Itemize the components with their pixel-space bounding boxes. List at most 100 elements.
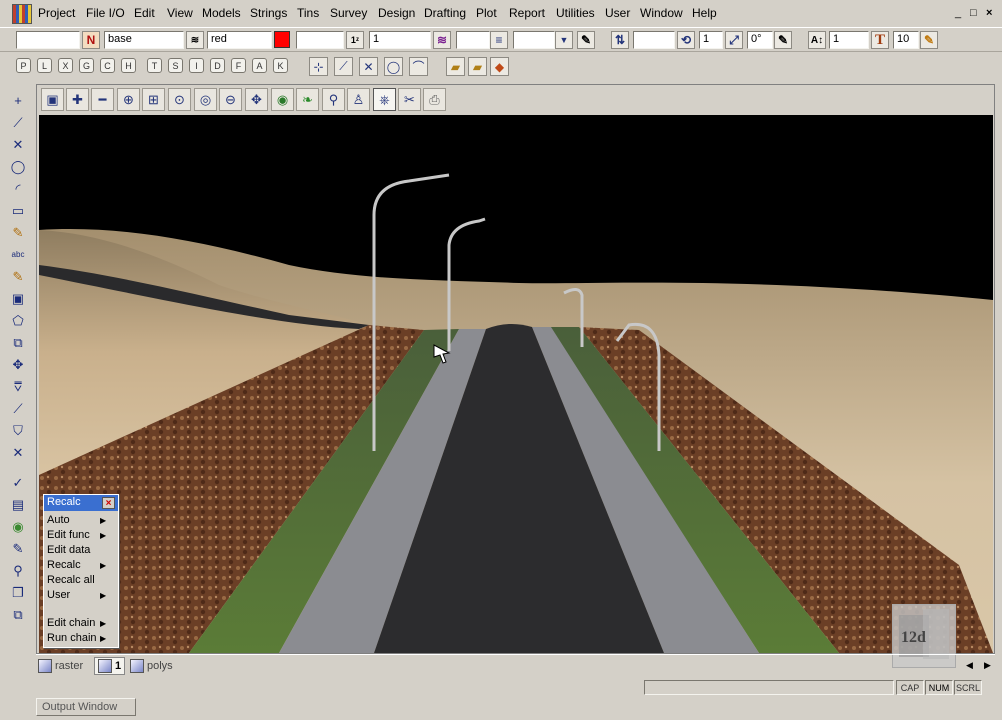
colour-swatch[interactable] [274, 31, 290, 48]
measure-tool-icon[interactable]: ⟋ [7, 398, 29, 419]
menu-window[interactable]: Window [640, 6, 683, 20]
text-font-icon[interactable]: T [871, 31, 889, 49]
minimize-button[interactable]: _ [955, 7, 961, 19]
folder-icon[interactable]: ▰ [446, 57, 465, 76]
angle-field[interactable]: 0° [747, 31, 773, 49]
menu-edit[interactable]: Edit [134, 6, 155, 20]
polygon-tool-icon[interactable]: ⛉ [7, 420, 29, 441]
z-value-icon[interactable]: 1ᶻ [346, 31, 364, 49]
steering-wheel-icon[interactable]: ⎈ [373, 88, 396, 111]
menu-design[interactable]: Design [378, 6, 415, 20]
chevron-down-icon[interactable]: ▼ [555, 31, 573, 49]
gps-tool-icon[interactable]: ◉ [7, 516, 29, 537]
snap-key-k[interactable]: K [273, 58, 288, 73]
panel-tool-icon[interactable]: ▤ [7, 494, 29, 515]
rotate-icon[interactable]: ⟲ [677, 31, 695, 49]
pick-icon[interactable]: ✂ [398, 88, 421, 111]
print-icon[interactable]: ⎙ [423, 88, 446, 111]
snap-point-icon[interactable]: ⊹ [309, 57, 328, 76]
recalc-item-run-chain[interactable]: Run chain [47, 632, 97, 644]
menu-project[interactable]: Project [38, 6, 75, 20]
font-size-field[interactable]: 10 [893, 31, 919, 49]
rectangle-tool-icon[interactable]: ▭ [7, 200, 29, 221]
snap-key-p[interactable]: P [16, 58, 31, 73]
tab-polys[interactable]: polys [130, 657, 173, 675]
snap-line-icon[interactable]: ⟋ [334, 57, 353, 76]
text-tool-icon[interactable]: abc [7, 244, 29, 265]
text-style-icon[interactable]: ⇅ [611, 31, 629, 49]
menu-report[interactable]: Report [509, 6, 545, 20]
tab-scroll-right-icon[interactable]: ▶ [984, 660, 991, 671]
eye-icon[interactable]: ◉ [271, 88, 294, 111]
menu-tins[interactable]: Tins [297, 6, 319, 20]
pan-icon[interactable]: ✥ [245, 88, 268, 111]
menu-utilities[interactable]: Utilities [556, 6, 595, 20]
name-field[interactable] [16, 31, 80, 49]
move-tool-icon[interactable]: ✥ [7, 354, 29, 375]
model-field[interactable]: base [104, 31, 184, 49]
shape-tool-icon[interactable]: ⬠ [7, 310, 29, 331]
joystick-icon[interactable]: ⚲ [322, 88, 345, 111]
zoom-out-icon[interactable]: ⊖ [219, 88, 242, 111]
delete-tool-icon[interactable]: ✕ [7, 442, 29, 463]
new-view-icon[interactable]: ▣ [41, 88, 64, 111]
menu-models[interactable]: Models [202, 6, 241, 20]
close-button[interactable]: × [986, 7, 992, 19]
zoom-fit-icon[interactable]: ◎ [194, 88, 217, 111]
point-tool-icon[interactable]: + [7, 90, 29, 111]
level-tool-icon[interactable]: ⩢ [7, 376, 29, 397]
angle-icon[interactable]: ⤢ [725, 31, 743, 49]
tab-scroll-left-icon[interactable]: ◀ [966, 660, 973, 671]
snap-key-s[interactable]: S [168, 58, 183, 73]
3d-road-scene[interactable] [39, 115, 993, 653]
recalc-item-recalc-all[interactable]: Recalc all [47, 574, 95, 586]
model-list-icon[interactable]: ≋ [186, 31, 204, 49]
text-size-field[interactable]: 1 [699, 31, 723, 49]
recalc-item-auto[interactable]: Auto [47, 514, 70, 526]
leaf-icon[interactable]: ❧ [296, 88, 319, 111]
colour-field[interactable]: red [207, 31, 272, 49]
recalc-item-user[interactable]: User [47, 589, 70, 601]
snap-arc-icon[interactable]: ⌒ [409, 57, 428, 76]
snap-key-a[interactable]: A [252, 58, 267, 73]
style-field[interactable] [296, 31, 344, 49]
recalc-close-button[interactable]: × [102, 497, 115, 509]
add-icon[interactable]: ✚ [66, 88, 89, 111]
snap-key-x[interactable]: X [58, 58, 73, 73]
pen-icon[interactable]: ✎ [577, 31, 595, 49]
check-tool-icon[interactable]: ✓ [7, 472, 29, 493]
select-tool-icon[interactable]: ▣ [7, 288, 29, 309]
walk-icon[interactable]: ♙ [347, 88, 370, 111]
recalc-item-edit-chain[interactable]: Edit chain [47, 617, 95, 629]
window-tool-icon[interactable]: ❐ [7, 582, 29, 603]
name-n-icon[interactable]: N [82, 31, 100, 49]
snap-circle-icon[interactable]: ◯ [384, 57, 403, 76]
snap-key-g[interactable]: G [79, 58, 94, 73]
snap-key-l[interactable]: L [37, 58, 52, 73]
chainage-field[interactable] [513, 31, 555, 49]
snap-key-i[interactable]: I [189, 58, 204, 73]
menu-file-io[interactable]: File I/O [86, 6, 125, 20]
weight-field[interactable]: 1 [369, 31, 431, 49]
line-tool-icon[interactable]: ⟋ [7, 112, 29, 133]
menu-view[interactable]: View [167, 6, 193, 20]
attribute-tool-icon[interactable]: ⚲ [7, 560, 29, 581]
menu-plot[interactable]: Plot [476, 6, 497, 20]
text-height-field[interactable]: 1 [829, 31, 869, 49]
circle-tool-icon[interactable]: ◯ [7, 156, 29, 177]
menu-survey[interactable]: Survey [330, 6, 367, 20]
linestyle-icon[interactable]: ≡ [490, 31, 508, 49]
tab-1[interactable]: 1 [94, 657, 126, 675]
layers-tool-icon[interactable]: ⧉ [7, 604, 29, 625]
snap-intersect-icon[interactable]: ✕ [359, 57, 378, 76]
remove-icon[interactable]: ━ [91, 88, 114, 111]
snap-key-h[interactable]: H [121, 58, 136, 73]
text-height-icon[interactable]: A↕ [808, 31, 826, 49]
restore-button[interactable]: □ [970, 7, 977, 19]
zoom-in-icon[interactable]: ⊕ [117, 88, 140, 111]
menu-strings[interactable]: Strings [250, 6, 287, 20]
folder-group-icon[interactable]: ▰ [468, 57, 487, 76]
snap-key-d[interactable]: D [210, 58, 225, 73]
snap-key-f[interactable]: F [231, 58, 246, 73]
zoom-extent-icon[interactable]: ⊙ [168, 88, 191, 111]
